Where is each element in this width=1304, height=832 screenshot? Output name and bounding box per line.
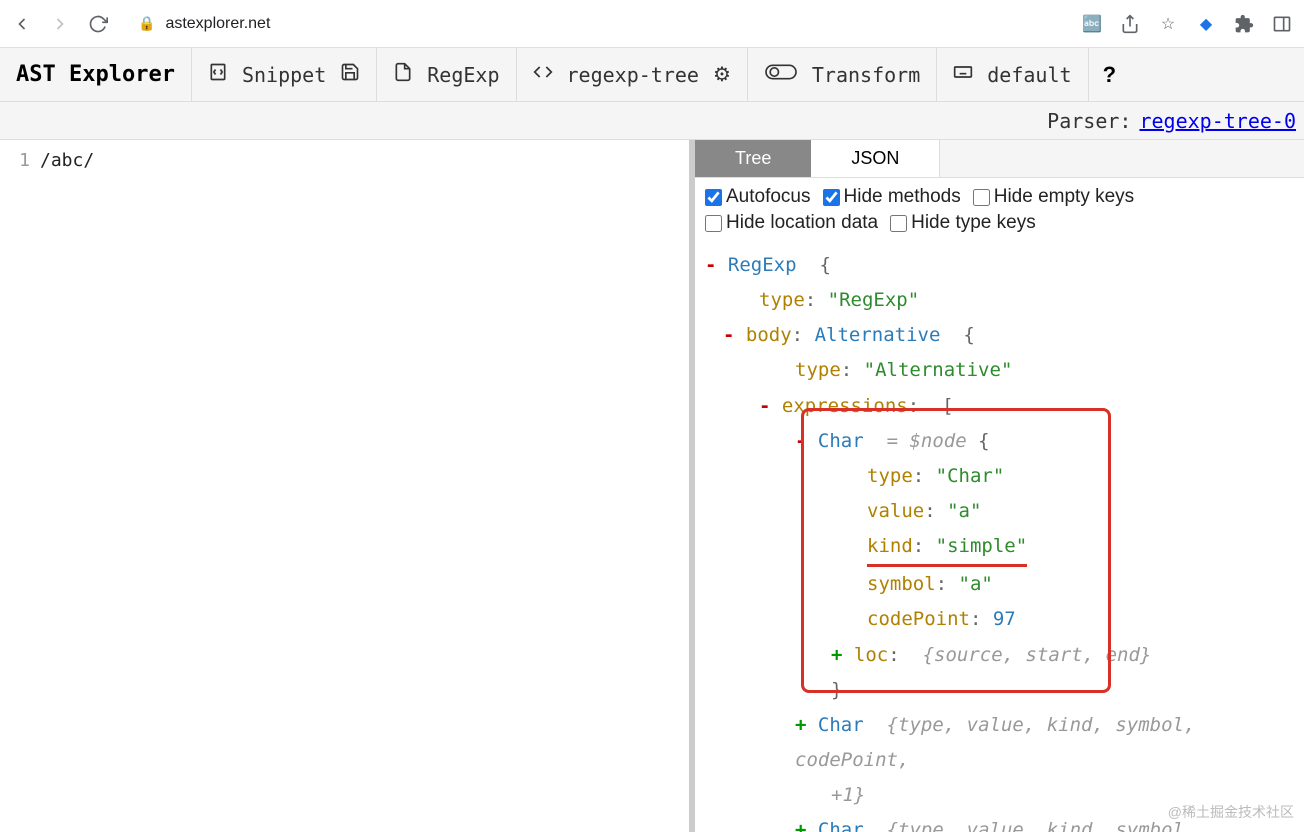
opt-hide-type-keys[interactable]: Hide type keys [890,212,1036,234]
opt-hide-location-data[interactable]: Hide location data [705,212,878,234]
key-value: value [867,500,924,522]
code-icon [533,62,553,88]
expand-icon[interactable]: + [795,819,806,832]
main-split: 1 /abc/ Tree JSON Autofocus Hide methods… [0,140,1304,832]
collapse-icon[interactable]: - [705,254,716,276]
snippet-icon [208,62,228,88]
collapse-icon[interactable]: - [795,430,806,452]
watermark: @稀土掘金技术社区 [1168,800,1294,826]
language-label: RegExp [427,63,499,87]
browser-chrome: 🔒 astexplorer.net 🔤 ☆ ◆ [0,0,1304,48]
char-summary2: +1} [831,784,865,806]
snippet-label: Snippet [242,63,326,87]
diamond-icon[interactable]: ◆ [1196,14,1216,34]
transform-segment[interactable]: Transform [748,48,937,101]
tree-options: Autofocus Hide methods Hide empty keys H… [695,178,1304,242]
key-loc: loc [854,644,888,666]
collapse-icon[interactable]: - [759,395,770,417]
output-tabs: Tree JSON [695,140,1304,178]
val-a: "a" [947,500,981,522]
parser-version-link[interactable]: regexp-tree-0 [1139,109,1296,133]
hide-methods-checkbox[interactable] [823,189,840,206]
url-text: astexplorer.net [165,15,270,33]
parser-label: regexp-tree [567,63,699,87]
ast-tree[interactable]: - RegExp { type: "RegExp" - body: Altern… [695,242,1304,832]
key-type: type [795,359,841,381]
help-button[interactable]: ? [1089,62,1130,88]
extensions-icon[interactable] [1234,14,1254,34]
app-toolbar: AST Explorer Snippet RegExp regexp-tree … [0,48,1304,102]
loc-summary: {source, start, end} [923,644,1152,666]
file-icon [393,62,413,88]
parser-info: Parser: regexp-tree-0 [0,102,1304,140]
val-regexp: "RegExp" [828,289,920,311]
share-icon[interactable] [1120,14,1140,34]
keyboard-icon [953,62,973,88]
translate-icon[interactable]: 🔤 [1082,14,1102,34]
key-symbol: symbol [867,573,936,595]
collapse-icon[interactable]: - [723,324,734,346]
expand-icon[interactable]: + [795,714,806,736]
gear-icon[interactable]: ⚙ [713,62,731,87]
reload-icon[interactable] [88,14,108,34]
hide-empty-keys-checkbox[interactable] [973,189,990,206]
key-type: type [867,465,913,487]
opt-hide-empty-keys[interactable]: Hide empty keys [973,186,1134,208]
node-regexp[interactable]: RegExp [728,254,797,276]
node-meta: = $node [887,430,967,452]
node-char[interactable]: Char [818,430,864,452]
hide-type-keys-checkbox[interactable] [890,215,907,232]
key-body: body [746,324,792,346]
forward-icon[interactable] [50,14,70,34]
panel-icon[interactable] [1272,14,1292,34]
hide-location-data-checkbox[interactable] [705,215,722,232]
expand-icon[interactable]: + [831,644,842,666]
address-bar[interactable]: 🔒 astexplorer.net [124,7,1066,41]
val-simple: "simple" [936,535,1028,557]
output-pane: Tree JSON Autofocus Hide methods Hide em… [695,140,1304,832]
node-char-collapsed[interactable]: Char [818,714,864,736]
lock-icon: 🔒 [138,15,155,32]
nav-buttons [12,14,108,34]
node-alternative[interactable]: Alternative [815,324,941,346]
default-label: default [987,63,1071,87]
save-icon[interactable] [340,62,360,88]
back-icon[interactable] [12,14,32,34]
val-97: 97 [993,608,1016,630]
tab-tree[interactable]: Tree [695,140,811,177]
key-type: type [759,289,805,311]
tab-json[interactable]: JSON [811,140,940,177]
parser-label-text: Parser: [1047,109,1131,133]
opt-hide-methods[interactable]: Hide methods [823,186,961,208]
default-segment[interactable]: default [937,48,1088,101]
opt-autofocus[interactable]: Autofocus [705,186,811,208]
star-icon[interactable]: ☆ [1158,14,1178,34]
editor-pane[interactable]: 1 /abc/ [0,140,695,832]
val-symbol-a: "a" [959,573,993,595]
line-number: 1 [0,150,40,171]
key-kind: kind [867,535,913,557]
node-char-collapsed[interactable]: Char [818,819,864,832]
language-segment[interactable]: RegExp [377,48,516,101]
val-alternative: "Alternative" [864,359,1013,381]
extension-icons: 🔤 ☆ ◆ [1082,14,1292,34]
key-codepoint: codePoint [867,608,970,630]
val-char: "Char" [936,465,1005,487]
snippet-segment[interactable]: Snippet [192,48,377,101]
brand-segment: AST Explorer [0,48,192,101]
key-expressions: expressions [782,395,908,417]
code-content[interactable]: /abc/ [40,150,94,171]
app-title: AST Explorer [16,62,175,87]
toggle-icon [764,62,798,88]
autofocus-checkbox[interactable] [705,189,722,206]
parser-segment[interactable]: regexp-tree ⚙ [517,48,748,101]
transform-label: Transform [812,63,920,87]
